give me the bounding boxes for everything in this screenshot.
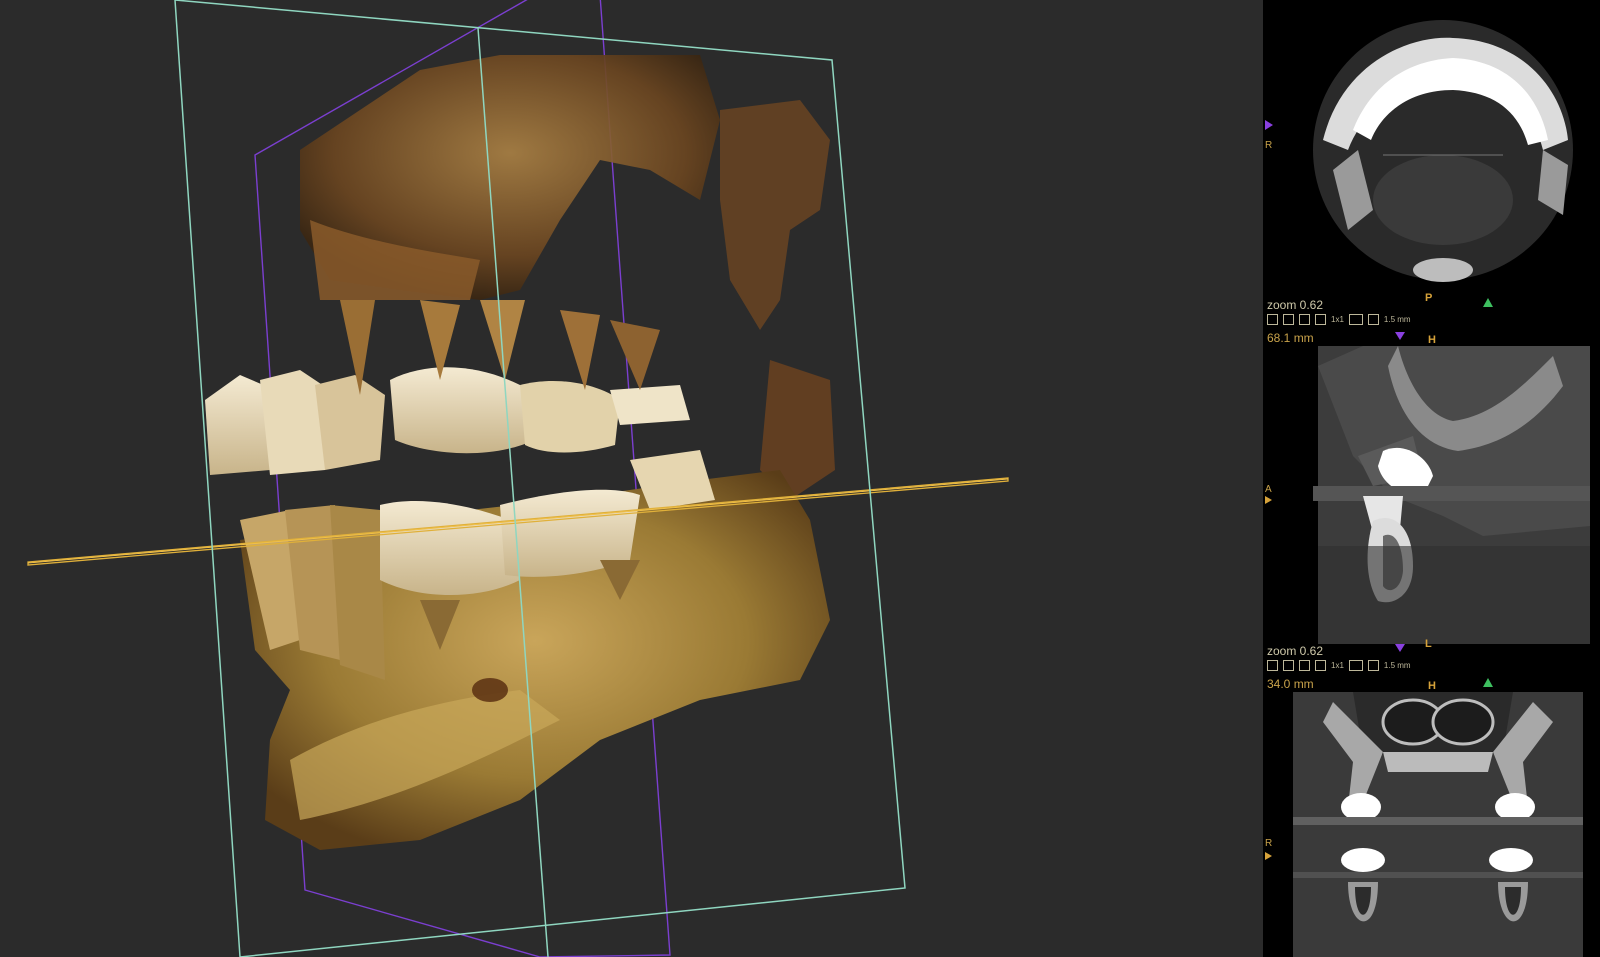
coronal-slab-thickness: 1.5 mm — [1383, 661, 1411, 670]
sagittal-slab-thickness: 1.5 mm — [1383, 315, 1411, 324]
pan-icon[interactable] — [1299, 314, 1310, 325]
select-tool-icon[interactable] — [1267, 314, 1278, 325]
mpr-side-panel: R zoom 0.62 1x1 1.5 mm 68.1 mm P H A zoo… — [1263, 0, 1600, 957]
coronal-tool-row: 1x1 1.5 mm — [1267, 660, 1411, 671]
slab-icon[interactable] — [1367, 314, 1379, 325]
coronal-slice-ratio: 1x1 — [1331, 661, 1344, 670]
frame-icon[interactable] — [1315, 660, 1326, 671]
sagittal-orientation-right: H — [1428, 334, 1436, 346]
coronal-left-arrow[interactable] — [1265, 852, 1272, 860]
sagittal-left-marker: A — [1265, 484, 1272, 495]
sagittal-zoom-label: zoom 0.62 — [1267, 298, 1324, 312]
sagittal-tool-row: 1x1 1.5 mm — [1267, 314, 1411, 325]
sagittal-slice-image[interactable] — [1263, 346, 1600, 644]
sagittal-slice-ratio: 1x1 — [1331, 315, 1344, 324]
coronal-slice-image[interactable] — [1263, 692, 1600, 957]
axial-slice-view[interactable]: R — [1263, 0, 1600, 298]
coronal-orientation-top: L — [1425, 638, 1432, 650]
volume-render-viewport[interactable] — [0, 0, 1263, 957]
sagittal-green-marker[interactable] — [1483, 298, 1493, 307]
axial-slice-image[interactable] — [1263, 0, 1600, 298]
axial-marker-purple[interactable] — [1265, 120, 1273, 130]
measure-icon[interactable] — [1348, 660, 1363, 671]
window-level-icon[interactable] — [1283, 660, 1294, 671]
pan-icon[interactable] — [1299, 660, 1310, 671]
coronal-slice-view[interactable]: R — [1263, 692, 1600, 957]
coronal-left-marker: R — [1265, 838, 1273, 849]
coronal-zoom-label: zoom 0.62 — [1267, 644, 1324, 658]
sagittal-left-arrow[interactable] — [1265, 496, 1272, 504]
upper-teeth — [205, 300, 690, 475]
sagittal-orientation-top: P — [1425, 292, 1433, 304]
zygomatic-volume — [720, 100, 830, 330]
axial-left-marker: R — [1265, 140, 1273, 151]
volume-render-canvas[interactable] — [0, 0, 1263, 957]
coronal-distance: 34.0 mm — [1267, 677, 1314, 691]
coronal-purple-marker[interactable] — [1395, 644, 1405, 652]
coronal-green-marker[interactable] — [1483, 678, 1493, 687]
window-level-icon[interactable] — [1283, 314, 1294, 325]
select-tool-icon[interactable] — [1267, 660, 1278, 671]
slab-icon[interactable] — [1367, 660, 1379, 671]
frame-icon[interactable] — [1315, 314, 1326, 325]
measure-icon[interactable] — [1348, 314, 1363, 325]
sagittal-distance: 68.1 mm — [1267, 331, 1314, 345]
sagittal-purple-marker[interactable] — [1395, 332, 1405, 340]
sagittal-slice-view[interactable]: A — [1263, 346, 1600, 644]
coronal-orientation-right: H — [1428, 680, 1436, 692]
